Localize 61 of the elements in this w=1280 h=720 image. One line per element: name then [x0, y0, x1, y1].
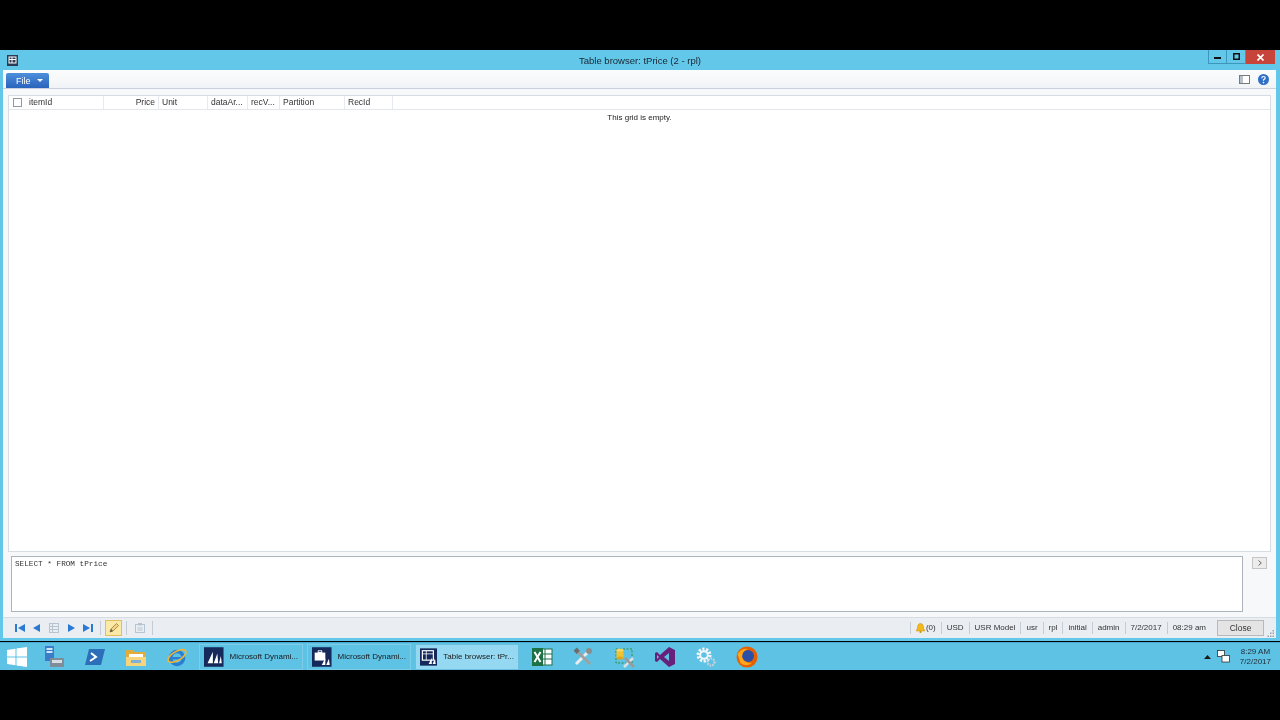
column-header[interactable]: Partition	[280, 96, 345, 109]
chevron-right-icon	[1257, 560, 1262, 566]
status-field: USR Model	[968, 622, 1021, 634]
fox-globe-icon[interactable]	[735, 645, 758, 668]
clock-time[interactable]: 8:29 AM	[1240, 646, 1271, 657]
network-icon[interactable]	[1216, 650, 1230, 663]
status-field: 7/2/2017	[1124, 622, 1167, 634]
table-window-icon	[7, 54, 18, 66]
previous-record-icon	[31, 623, 42, 633]
panel-layout-icon[interactable]	[1239, 74, 1250, 84]
column-header[interactable]: Unit	[159, 96, 208, 109]
status-field: initial	[1062, 622, 1092, 634]
table-window-icon	[420, 645, 438, 668]
column-header[interactable]: dataAr...	[208, 96, 248, 109]
select-all-checkbox[interactable]	[13, 98, 22, 107]
briefcase-icon	[312, 645, 332, 668]
column-header[interactable]: itemId	[26, 96, 104, 109]
close-button[interactable]: Close	[1217, 620, 1264, 636]
status-field: USD	[940, 622, 969, 634]
list-icon	[48, 623, 59, 633]
taskbar-window-button[interactable]: Microsoft Dynami...	[307, 643, 411, 670]
minimize-button[interactable]	[1208, 50, 1227, 64]
window-title: Table browser: tPrice (2 - rpl)	[579, 54, 701, 66]
clipboard-icon	[134, 623, 145, 633]
gears-icon[interactable]	[694, 645, 717, 668]
taskbar-window-button[interactable]: Microsoft Dynami...	[199, 643, 303, 670]
terminal-icon[interactable]	[84, 648, 105, 665]
clock-date[interactable]: 7/2/2017	[1239, 656, 1271, 667]
database-tools-icon[interactable]	[612, 645, 635, 668]
help-icon[interactable]	[1258, 73, 1269, 85]
taskbar-window-button[interactable]: Table browser: tPr...	[415, 643, 519, 670]
expand-button[interactable]	[1252, 557, 1267, 569]
bow-logo-icon[interactable]	[653, 645, 676, 668]
computer-icon[interactable]	[42, 645, 65, 668]
spreadsheet-icon[interactable]	[530, 645, 553, 668]
pencil-icon	[108, 623, 119, 633]
maximize-icon	[1232, 53, 1240, 60]
first-record-icon	[14, 623, 25, 633]
column-header[interactable]: RecId	[345, 96, 393, 109]
status-field: admin	[1091, 622, 1125, 634]
bell-icon[interactable]	[915, 623, 925, 633]
column-header[interactable]: Price	[104, 96, 159, 109]
caret-icon	[36, 79, 43, 82]
close-icon	[1257, 53, 1264, 61]
maximize-button[interactable]	[1227, 50, 1246, 64]
status-field: 08:29 am	[1166, 622, 1211, 634]
next-record-icon	[65, 623, 76, 633]
edit-button[interactable]	[105, 620, 122, 636]
status-field: usr	[1020, 622, 1043, 634]
file-menu-button[interactable]: File	[6, 73, 49, 88]
caret-up-icon[interactable]	[1203, 654, 1211, 659]
start-icon[interactable]	[6, 646, 27, 667]
sails-icon	[204, 645, 224, 668]
column-header[interactable]: recV...	[248, 96, 280, 109]
tools-icon[interactable]	[571, 645, 594, 668]
resize-grip-icon[interactable]	[1267, 630, 1274, 637]
close-window-button[interactable]	[1246, 50, 1275, 64]
notification-count: (0)	[925, 622, 936, 634]
last-record-icon	[82, 623, 93, 633]
empty-grid-message: This grid is empty.	[606, 113, 673, 122]
status-field: rpl	[1042, 622, 1063, 634]
